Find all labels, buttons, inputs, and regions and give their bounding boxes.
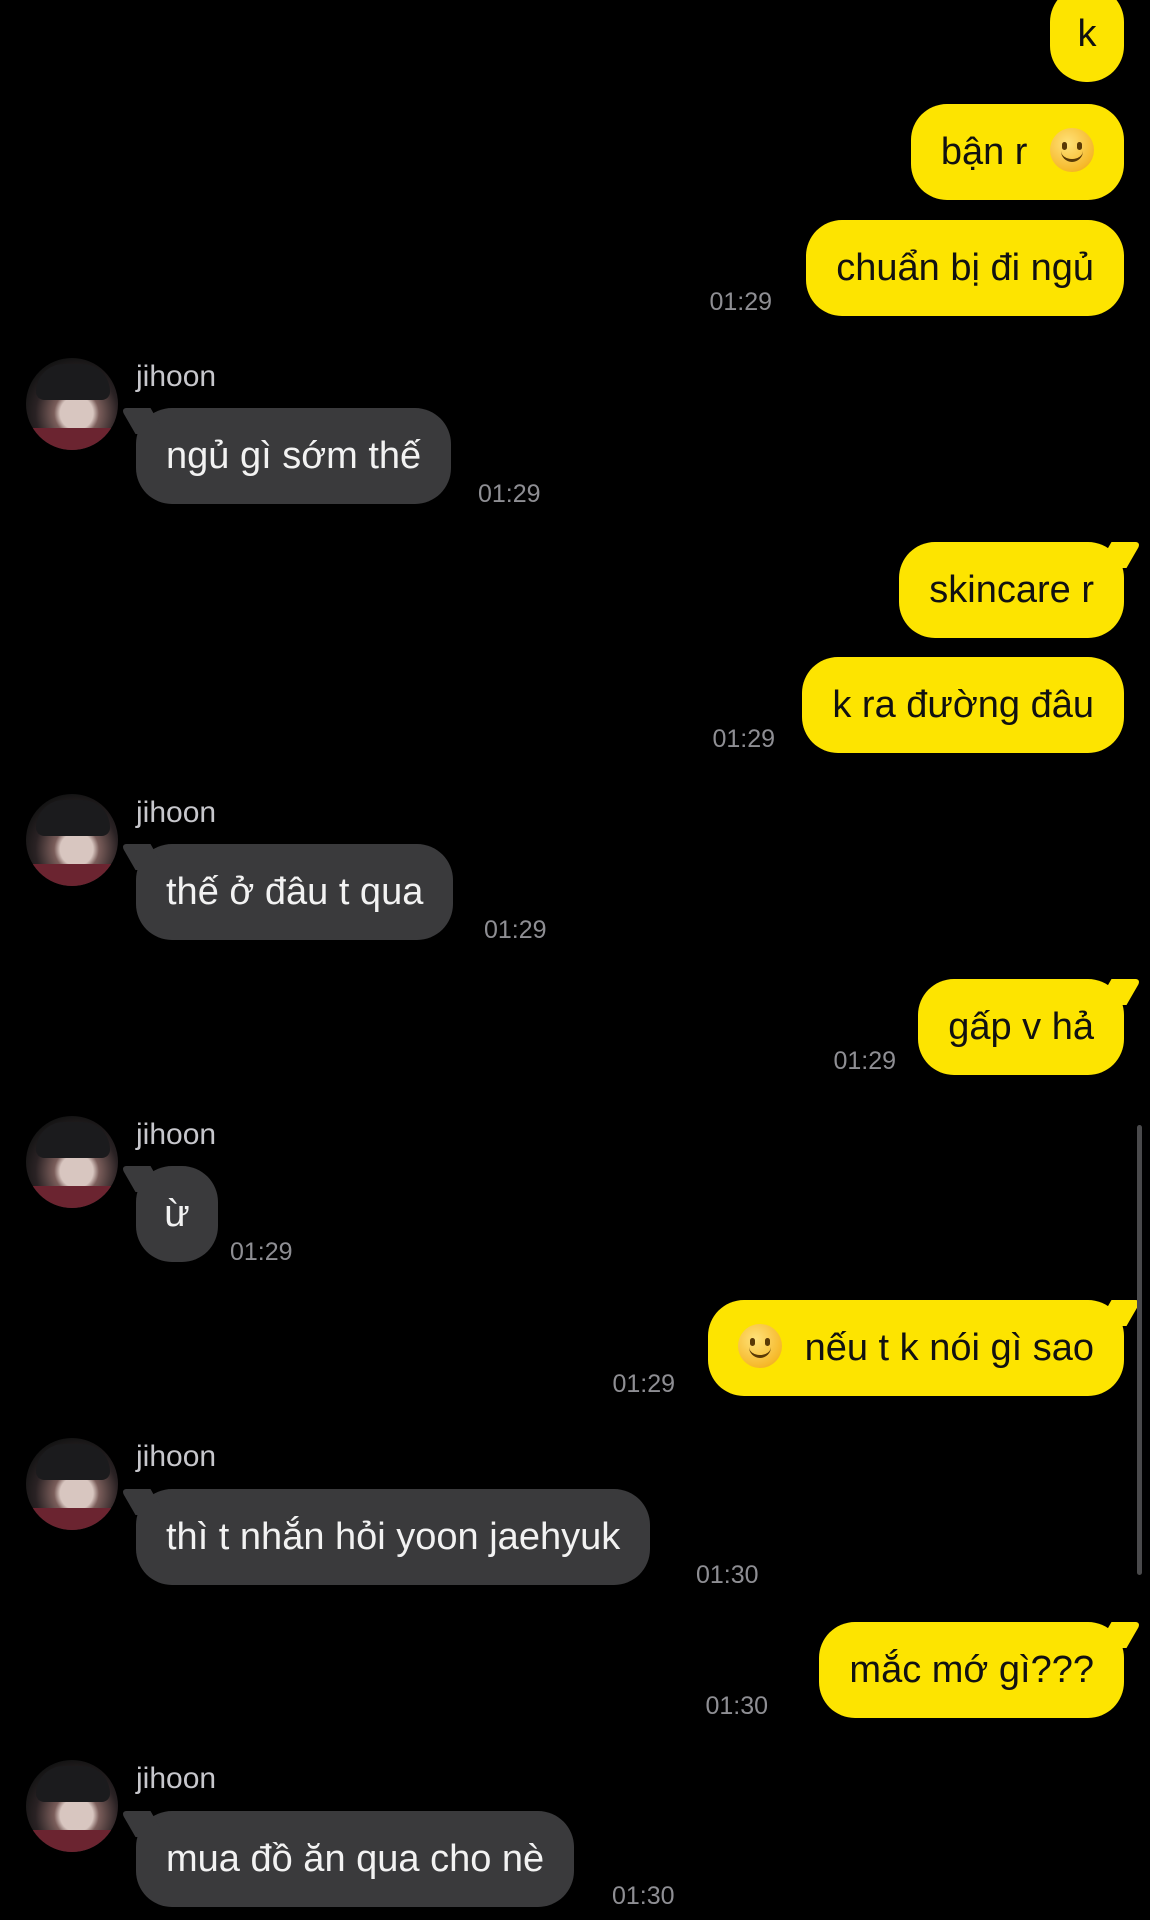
sender-name: jihoon bbox=[136, 1118, 217, 1151]
message-text: k ra đường đâu bbox=[832, 684, 1094, 726]
message-timestamp: 01:30 bbox=[612, 1882, 675, 1910]
message-incoming[interactable]: thì t nhắn hỏi yoon jaehyuk bbox=[136, 1489, 651, 1585]
message-timestamp: 01:29 bbox=[230, 1238, 293, 1266]
message-outgoing[interactable]: chuẩn bị đi ngủ bbox=[806, 220, 1124, 316]
message-outgoing[interactable]: skincare r bbox=[899, 542, 1124, 638]
message-timestamp: 01:30 bbox=[696, 1561, 759, 1589]
message-timestamp: 01:30 bbox=[705, 1692, 768, 1720]
message-outgoing[interactable]: k ra đường đâu bbox=[802, 657, 1124, 753]
message-text: chuẩn bị đi ngủ bbox=[836, 247, 1094, 289]
chat-thread[interactable]: k bận r chuẩn bị đi ngủ 01:29 jihoon ngủ… bbox=[0, 0, 1150, 1920]
avatar-hair-shape bbox=[36, 1766, 110, 1802]
avatar-shirt-shape bbox=[26, 428, 118, 450]
contact-avatar[interactable] bbox=[26, 1438, 118, 1530]
message-timestamp: 01:29 bbox=[709, 288, 772, 316]
message-incoming[interactable]: mua đồ ăn qua cho nè bbox=[136, 1811, 575, 1907]
sender-name: jihoon bbox=[136, 1762, 217, 1795]
message-outgoing[interactable]: mắc mớ gì??? bbox=[819, 1622, 1124, 1718]
message-text: thế ở đâu t qua bbox=[166, 871, 424, 913]
contact-avatar[interactable] bbox=[26, 1760, 118, 1852]
message-outgoing[interactable]: gấp v hả bbox=[918, 979, 1124, 1075]
message-timestamp: 01:29 bbox=[833, 1047, 896, 1075]
sender-name: jihoon bbox=[136, 1440, 217, 1473]
message-text: ngủ gì sớm thế bbox=[166, 435, 422, 477]
message-text: k bbox=[1077, 13, 1097, 55]
message-timestamp: 01:29 bbox=[478, 480, 541, 508]
message-text: ừ bbox=[164, 1193, 190, 1235]
sender-name: jihoon bbox=[136, 360, 217, 393]
message-timestamp: 01:29 bbox=[612, 1370, 675, 1398]
sender-name: jihoon bbox=[136, 796, 217, 829]
avatar-hair-shape bbox=[36, 364, 110, 400]
message-text: bận r bbox=[940, 131, 1028, 173]
message-text: gấp v hả bbox=[948, 1006, 1094, 1048]
contact-avatar[interactable] bbox=[26, 358, 118, 450]
message-text: nếu t k nói gì sao bbox=[804, 1327, 1094, 1369]
message-incoming[interactable]: thế ở đâu t qua bbox=[136, 844, 454, 940]
avatar-shirt-shape bbox=[26, 864, 118, 886]
avatar-shirt-shape bbox=[26, 1830, 118, 1852]
message-text: thì t nhắn hỏi yoon jaehyuk bbox=[166, 1516, 621, 1558]
message-timestamp: 01:29 bbox=[484, 916, 547, 944]
avatar-hair-shape bbox=[36, 1444, 110, 1480]
slightly-smiling-face-icon bbox=[1050, 128, 1094, 172]
avatar-shirt-shape bbox=[26, 1508, 118, 1530]
message-text: skincare r bbox=[929, 569, 1094, 611]
slightly-smiling-face-icon bbox=[738, 1324, 783, 1368]
message-timestamp: 01:29 bbox=[712, 725, 775, 753]
contact-avatar[interactable] bbox=[26, 794, 118, 886]
avatar-shirt-shape bbox=[26, 1186, 118, 1208]
message-text: mua đồ ăn qua cho nè bbox=[166, 1838, 545, 1880]
message-outgoing[interactable]: bận r bbox=[910, 104, 1124, 200]
message-outgoing[interactable]: nếu t k nói gì sao bbox=[708, 1300, 1124, 1396]
message-incoming[interactable]: ngủ gì sớm thế bbox=[136, 408, 452, 504]
avatar-hair-shape bbox=[36, 1122, 110, 1158]
message-outgoing[interactable]: k bbox=[1050, 0, 1124, 82]
contact-avatar[interactable] bbox=[26, 1116, 118, 1208]
message-text: mắc mớ gì??? bbox=[849, 1649, 1094, 1691]
message-incoming[interactable]: ừ bbox=[136, 1166, 218, 1262]
scrollbar[interactable] bbox=[1137, 1125, 1142, 1575]
avatar-hair-shape bbox=[36, 800, 110, 836]
